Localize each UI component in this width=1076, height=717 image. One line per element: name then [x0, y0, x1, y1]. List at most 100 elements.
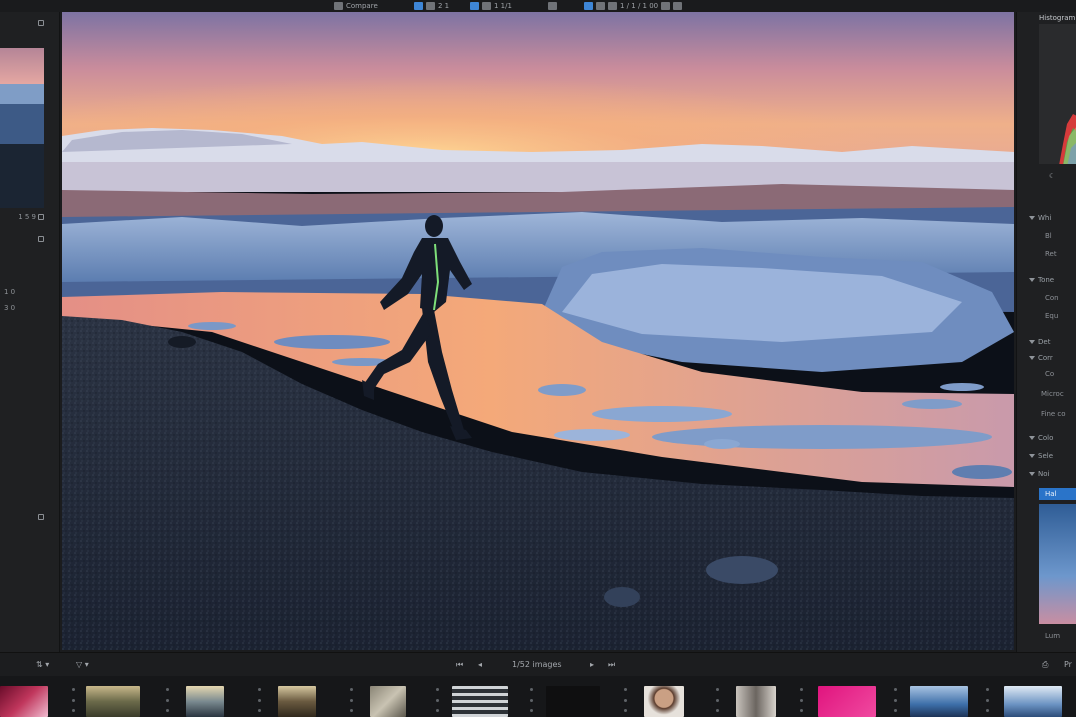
section-label: Sele: [1038, 452, 1054, 460]
crop-icon[interactable]: [548, 2, 557, 10]
panel-item: Co: [1045, 370, 1055, 378]
tool-readout: 1 / 1 / 1 00: [620, 2, 659, 10]
section-selective[interactable]: Sele: [1029, 452, 1053, 460]
brush-icon[interactable]: [661, 2, 671, 10]
compare-toggle[interactable]: Compare: [334, 1, 378, 11]
section-expand-icon: [1029, 436, 1035, 440]
top-toolbar: Compare 2 1 1 1/1 1 / 1 / 1 00: [0, 0, 1076, 12]
single-view-icon[interactable]: [426, 2, 435, 10]
thumbnail-handle[interactable]: [436, 688, 440, 712]
moon-icon[interactable]: ☾: [1049, 172, 1055, 180]
navigator-thumbnail[interactable]: [0, 48, 44, 208]
prev-image-icon[interactable]: ◂: [478, 660, 482, 669]
film-thumbnail[interactable]: [644, 686, 684, 717]
histogram-tools[interactable]: ☾: [1029, 172, 1055, 180]
filter-icon[interactable]: ▽ ▾: [76, 660, 89, 669]
right-panel: Histogram ☾ Whi Bl Ret Tone Con Equ Det …: [1016, 12, 1076, 652]
thumbnail-handle[interactable]: [624, 688, 628, 712]
panel-collapse-icon[interactable]: [38, 513, 44, 520]
zoom-100-icon[interactable]: [482, 2, 491, 10]
main-photo: [62, 12, 1014, 650]
panel-options-icon[interactable]: [38, 235, 44, 242]
rotate-icon[interactable]: [596, 2, 605, 10]
filmstrip: [0, 676, 1076, 717]
film-thumbnail[interactable]: [86, 686, 140, 717]
navigator-image: [0, 48, 44, 208]
left-text-c: 3 0: [4, 304, 16, 312]
expand-icon[interactable]: [38, 213, 44, 220]
left-panel-header: [0, 18, 48, 27]
panel-item: Fine co: [1041, 410, 1066, 418]
section-label: Colo: [1038, 434, 1054, 442]
panel-item: Ret: [1045, 250, 1057, 258]
section-expand-icon: [1029, 216, 1035, 220]
section-white-balance[interactable]: Whi: [1029, 214, 1051, 222]
first-image-icon[interactable]: ⏮: [456, 660, 463, 670]
zoom-fit-icon[interactable]: [470, 2, 479, 10]
section-label: Noi: [1038, 470, 1050, 478]
section-label: Corr: [1038, 354, 1053, 362]
film-thumbnail[interactable]: [452, 686, 508, 717]
compare-label: Compare: [346, 2, 378, 10]
sort-icon[interactable]: ⇅ ▾: [36, 660, 49, 669]
section-expand-icon: [1029, 340, 1035, 344]
hsl-preview: [1039, 504, 1076, 624]
panel-item: Equ: [1045, 312, 1059, 320]
left-text-b: 1 0: [4, 288, 16, 296]
section-label: Det: [1038, 338, 1051, 346]
thumbnail-handle[interactable]: [894, 688, 898, 712]
left-row-c: [0, 512, 48, 521]
grid-view-icon[interactable]: [414, 2, 423, 10]
thumbnail-handle[interactable]: [800, 688, 804, 712]
section-expand-icon: [1029, 472, 1035, 476]
thumbnail-handle[interactable]: [72, 688, 76, 712]
thumbnail-handle[interactable]: [350, 688, 354, 712]
thumbnail-handle[interactable]: [258, 688, 262, 712]
right-label: Pr: [1064, 660, 1072, 669]
compare-icon: [334, 2, 343, 10]
left-text-a: 1 5 9: [18, 212, 36, 221]
panel-item: Microc: [1041, 390, 1064, 398]
panel-item: Bl: [1045, 232, 1052, 240]
film-thumbnail[interactable]: [818, 686, 876, 717]
section-expand-icon: [1029, 356, 1035, 360]
left-row-a: 1 5 9: [0, 212, 48, 221]
straighten-icon[interactable]: [608, 2, 617, 10]
left-row-b: [0, 234, 48, 243]
panel-item: Con: [1045, 294, 1059, 302]
zoom-readout: 1 1/1: [494, 2, 512, 10]
film-thumbnail[interactable]: [910, 686, 968, 717]
panel-menu-icon[interactable]: [38, 19, 44, 26]
thumbnail-handle[interactable]: [530, 688, 534, 712]
thumbnail-handle[interactable]: [166, 688, 170, 712]
section-correction[interactable]: Corr: [1029, 354, 1053, 362]
thumbnail-handle[interactable]: [716, 688, 720, 712]
section-noise[interactable]: Noi: [1029, 470, 1049, 478]
app-window: Compare 2 1 1 1/1 1 / 1 / 1 00 1 5 9 1 0…: [0, 0, 1076, 717]
section-label: Tone: [1038, 276, 1055, 284]
tools-icon[interactable]: [584, 2, 593, 10]
histogram-graph: [1039, 24, 1076, 164]
film-thumbnail[interactable]: [736, 686, 776, 717]
film-thumbnail[interactable]: [278, 686, 316, 717]
print-icon[interactable]: ⎙: [1042, 660, 1048, 670]
section-tone[interactable]: Tone: [1029, 276, 1054, 284]
film-thumbnail[interactable]: [370, 686, 406, 717]
settings-icon[interactable]: [673, 2, 683, 10]
film-thumbnail[interactable]: [186, 686, 224, 717]
histogram-title: Histogram: [1039, 14, 1076, 22]
thumbnail-handle[interactable]: [986, 688, 990, 712]
section-detail[interactable]: Det: [1029, 338, 1050, 346]
section-color[interactable]: Colo: [1029, 434, 1053, 442]
preview-caption: Lum: [1045, 632, 1061, 640]
hsl-tab[interactable]: Hal: [1039, 488, 1076, 500]
last-image-icon[interactable]: ⏭: [608, 660, 615, 670]
section-label: Whi: [1038, 214, 1052, 222]
film-thumbnail[interactable]: [0, 686, 48, 717]
image-viewer[interactable]: [62, 12, 1014, 650]
film-thumbnail[interactable]: [1004, 686, 1062, 717]
film-thumbnail[interactable]: [546, 686, 600, 717]
histogram: [1039, 24, 1076, 164]
next-image-icon[interactable]: ▸: [590, 660, 594, 669]
hsl-tab-label: Hal: [1045, 490, 1057, 498]
